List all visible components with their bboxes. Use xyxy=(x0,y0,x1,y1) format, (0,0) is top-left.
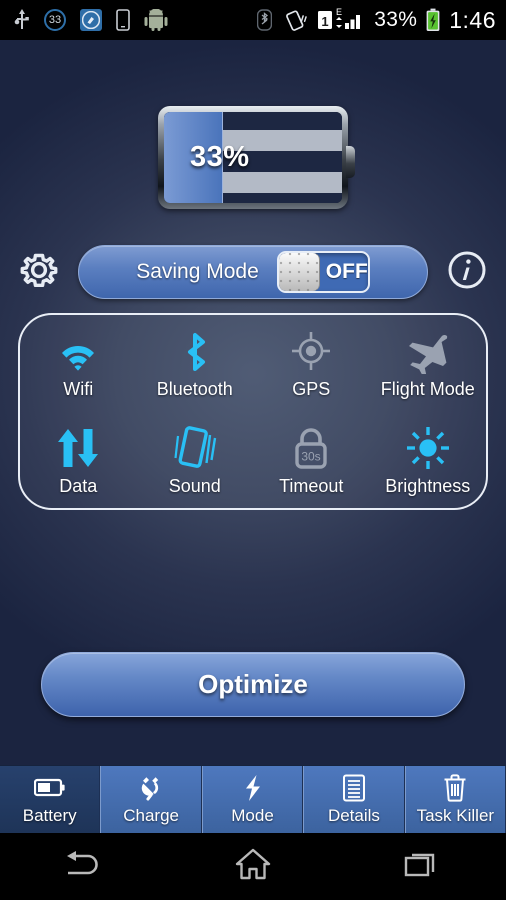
toggle-data[interactable]: Data xyxy=(20,412,137,509)
saving-mode-control[interactable]: Saving Mode OFF xyxy=(78,245,428,299)
toggle-wifi[interactable]: Wifi xyxy=(20,315,137,412)
bottom-tab-bar: Battery Charge Mode Details Task Killer xyxy=(0,765,506,833)
android-nav-bar xyxy=(0,833,506,900)
app-content: 33% Saving Mode OFF Wifi Bluetooth GPS F… xyxy=(0,40,506,765)
sim1-edge-signal-icon: 1 E xyxy=(318,7,366,33)
phone-icon xyxy=(116,9,130,31)
cleaner-app-icon xyxy=(80,9,102,31)
wifi-icon xyxy=(53,326,103,374)
toggle-label: Bluetooth xyxy=(156,379,233,400)
toggle-label: Flight Mode xyxy=(380,379,475,400)
quick-toggles-panel: Wifi Bluetooth GPS Flight Mode Data Soun… xyxy=(18,313,488,510)
document-icon xyxy=(342,774,366,802)
back-icon xyxy=(62,847,106,886)
recents-button[interactable] xyxy=(377,842,467,892)
bluetooth-icon xyxy=(178,326,212,374)
gps-icon xyxy=(288,326,334,374)
tab-mode[interactable]: Mode xyxy=(201,766,304,833)
tab-charge[interactable]: Charge xyxy=(100,766,202,833)
trash-icon xyxy=(443,773,467,802)
toggle-label: Brightness xyxy=(385,475,471,496)
tab-label: Details xyxy=(327,805,380,825)
android-robot-icon xyxy=(144,9,168,31)
svg-text:1: 1 xyxy=(322,14,329,29)
back-button[interactable] xyxy=(39,842,129,892)
status-bar: 33 1 E 33% 1:46 xyxy=(0,0,506,40)
optimize-button[interactable]: Optimize xyxy=(41,652,465,717)
toggle-flight-mode[interactable]: Flight Mode xyxy=(370,315,487,412)
phone-screen: 33 1 E 33% 1:46 33% Saving Mode OFF Wifi… xyxy=(0,0,506,900)
saving-mode-row: Saving Mode OFF xyxy=(0,235,506,309)
tab-task-killer[interactable]: Task Killer xyxy=(404,766,506,833)
lock-icon: 30s xyxy=(289,423,333,471)
toggle-gps[interactable]: GPS xyxy=(253,315,370,412)
sun-icon xyxy=(404,423,452,471)
plug-icon xyxy=(137,774,165,802)
notification-badge-33: 33 xyxy=(44,9,66,31)
charging-battery-icon xyxy=(425,8,441,32)
tab-label: Battery xyxy=(22,805,77,825)
saving-mode-label: Saving Mode xyxy=(136,260,259,283)
tab-details[interactable]: Details xyxy=(303,766,405,833)
toggle-knob[interactable] xyxy=(278,253,320,291)
data-arrows-icon xyxy=(53,423,103,471)
svg-text:E: E xyxy=(336,7,342,17)
toggle-label: Sound xyxy=(168,475,221,496)
toggle-label: Timeout xyxy=(279,475,344,496)
usb-icon xyxy=(14,8,30,32)
lightning-icon xyxy=(242,774,264,802)
vibrate-phone-icon xyxy=(171,423,219,471)
toggle-label: GPS xyxy=(292,379,331,400)
status-battery-percent: 33% xyxy=(374,8,418,31)
battery-percent-label: 33% xyxy=(190,141,250,173)
gear-icon xyxy=(15,246,63,299)
info-icon xyxy=(443,246,491,299)
vibrate-icon xyxy=(284,8,310,32)
airplane-icon xyxy=(402,326,454,375)
status-time: 1:46 xyxy=(449,6,496,33)
toggle-label: Wifi xyxy=(63,379,94,400)
tab-label: Task Killer xyxy=(416,805,495,825)
battery-inner: 33% xyxy=(164,112,342,203)
home-button[interactable] xyxy=(208,842,298,892)
battery-indicator: 33% xyxy=(0,106,506,209)
info-button[interactable] xyxy=(428,246,506,299)
toggle-bluetooth[interactable]: Bluetooth xyxy=(137,315,254,412)
tab-label: Charge xyxy=(123,805,179,825)
toggle-timeout[interactable]: 30s Timeout xyxy=(253,412,370,509)
toggle-label: Data xyxy=(59,475,98,496)
bluetooth-status-icon xyxy=(257,8,273,32)
battery-graphic: 33% xyxy=(158,106,355,209)
tab-battery[interactable]: Battery xyxy=(0,766,101,833)
status-bar-right-icons: 1 E 33% 1:46 xyxy=(257,7,496,34)
toggle-sound[interactable]: Sound xyxy=(137,412,254,509)
optimize-button-label: Optimize xyxy=(198,669,308,699)
status-bar-left-icons: 33 xyxy=(14,8,257,32)
settings-button[interactable] xyxy=(0,246,78,299)
tab-label: Mode xyxy=(231,805,274,825)
toggle-brightness[interactable]: Brightness xyxy=(370,412,487,509)
recents-icon xyxy=(402,848,442,885)
saving-mode-toggle[interactable]: OFF xyxy=(276,251,370,293)
svg-text:30s: 30s xyxy=(302,449,321,463)
home-icon xyxy=(234,847,272,886)
battery-icon xyxy=(33,774,66,802)
toggle-state-label: OFF xyxy=(325,260,368,283)
